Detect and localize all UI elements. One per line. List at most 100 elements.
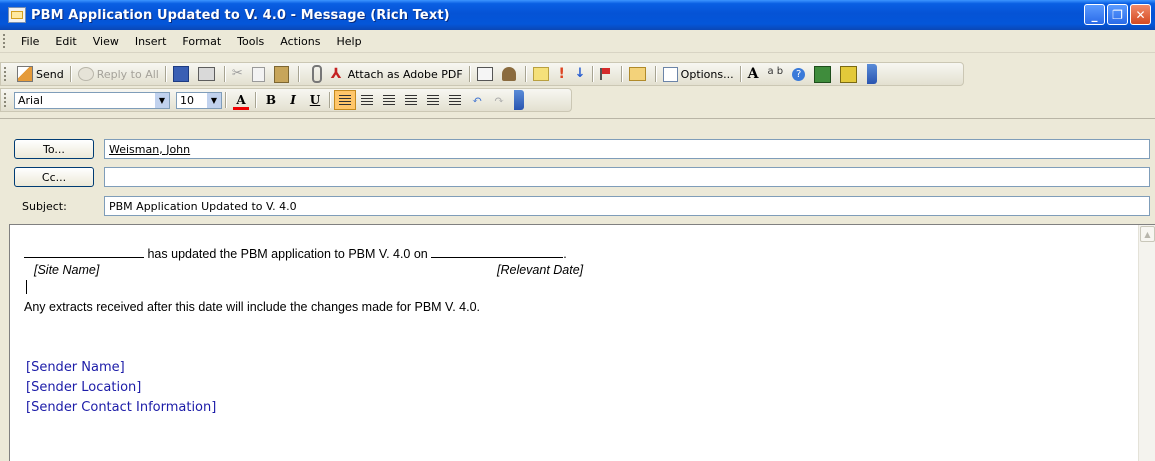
cc-field[interactable] bbox=[104, 167, 1150, 187]
paperclip-icon bbox=[311, 65, 322, 83]
decrease-indent-button[interactable] bbox=[422, 90, 444, 110]
options-label: Options... bbox=[680, 67, 734, 81]
font-name-select[interactable]: Arial ▼ bbox=[14, 91, 170, 109]
down-arrow-icon: ↓ bbox=[574, 66, 586, 81]
minimize-button[interactable]: _ bbox=[1084, 4, 1105, 25]
chevron-down-icon[interactable]: ▼ bbox=[207, 92, 221, 108]
body-line-1: has updated the PBM application to PBM V… bbox=[24, 244, 567, 261]
message-window: PBM Application Updated to V. 4.0 - Mess… bbox=[0, 0, 1155, 461]
menu-actions[interactable]: Actions bbox=[272, 35, 328, 48]
paste-button[interactable] bbox=[271, 64, 295, 84]
adobe-pdf-icon: ⅄ bbox=[330, 66, 342, 82]
options-button[interactable]: Options... bbox=[660, 64, 737, 84]
bold-button[interactable]: B bbox=[260, 90, 282, 110]
menu-bar: File Edit View Insert Format Tools Actio… bbox=[0, 30, 1155, 53]
check-names-icon bbox=[501, 67, 516, 81]
to-recipient[interactable]: Weisman, John bbox=[109, 143, 190, 156]
copy-icon bbox=[251, 66, 265, 82]
restore-button[interactable]: ❐ bbox=[1107, 4, 1128, 25]
close-button[interactable]: ✕ bbox=[1130, 4, 1151, 25]
standard-toolbar: Send Reply to All ✂ ⅄ Attach as Adobe PD… bbox=[0, 62, 964, 86]
to-field[interactable]: Weisman, John bbox=[104, 139, 1150, 159]
save-button[interactable] bbox=[170, 64, 195, 84]
font-name-value: Arial bbox=[18, 93, 43, 107]
menu-file[interactable]: File bbox=[13, 35, 47, 48]
scroll-up-icon[interactable]: ▲ bbox=[1140, 226, 1155, 242]
increase-indent-icon bbox=[449, 95, 461, 105]
follow-up-button[interactable] bbox=[530, 64, 555, 84]
bullets-icon bbox=[405, 95, 417, 105]
reply-to-all-button[interactable]: Reply to All bbox=[75, 64, 162, 84]
copy-button[interactable] bbox=[249, 64, 271, 84]
spelling-icon: a b bbox=[767, 66, 784, 77]
align-right-button[interactable] bbox=[378, 90, 400, 110]
undo-button[interactable]: ↶ bbox=[466, 90, 488, 110]
spelling-button[interactable]: a b bbox=[764, 64, 789, 84]
align-center-icon bbox=[361, 95, 373, 105]
print-button[interactable] bbox=[195, 64, 221, 84]
message-body[interactable]: has updated the PBM application to PBM V… bbox=[9, 224, 1155, 461]
cc-button[interactable]: Cc... bbox=[14, 167, 94, 187]
chevron-down-icon[interactable]: ▼ bbox=[155, 92, 169, 108]
separator bbox=[69, 66, 72, 82]
body-line-2: Any extracts received after this date wi… bbox=[24, 300, 481, 314]
grid-button-2[interactable] bbox=[837, 64, 863, 84]
menu-edit[interactable]: Edit bbox=[47, 35, 84, 48]
help-button[interactable]: ? bbox=[789, 64, 811, 84]
formatting-toolbar: Arial ▼ 10 ▼ A B I U ↶ ↷ bbox=[0, 88, 572, 112]
separator bbox=[468, 66, 471, 82]
attach-as-pdf-button[interactable]: ⅄ Attach as Adobe PDF bbox=[328, 64, 466, 84]
toolbar-grip[interactable] bbox=[4, 67, 10, 81]
menu-help[interactable]: Help bbox=[328, 35, 369, 48]
vertical-scrollbar[interactable]: ▲ bbox=[1138, 225, 1155, 461]
separator bbox=[297, 66, 300, 82]
bullets-button[interactable] bbox=[400, 90, 422, 110]
align-left-button[interactable] bbox=[334, 90, 356, 110]
menu-tools[interactable]: Tools bbox=[229, 35, 272, 48]
addin-yellow-icon bbox=[840, 65, 858, 83]
sender-name: [Sender Name] bbox=[26, 360, 125, 375]
separator bbox=[223, 66, 226, 82]
toolbar-overflow-button[interactable] bbox=[514, 90, 524, 110]
italic-button[interactable]: I bbox=[282, 90, 304, 110]
importance-low-button[interactable]: ↓ bbox=[572, 64, 589, 84]
font-a-icon: A bbox=[747, 66, 759, 82]
attach-file-button[interactable] bbox=[309, 64, 328, 84]
decrease-indent-icon bbox=[427, 95, 439, 105]
sender-contact: [Sender Contact Information] bbox=[26, 400, 217, 415]
separator bbox=[255, 92, 257, 108]
toolbar-overflow-button[interactable] bbox=[867, 64, 878, 84]
menu-format[interactable]: Format bbox=[174, 35, 229, 48]
font-size-select[interactable]: 10 ▼ bbox=[176, 91, 222, 109]
increase-indent-button[interactable] bbox=[444, 90, 466, 110]
attach-as-pdf-label: Attach as Adobe PDF bbox=[347, 67, 463, 81]
toolbar-grip[interactable] bbox=[4, 93, 10, 107]
reply-all-icon bbox=[77, 67, 94, 81]
subject-field[interactable]: PBM Application Updated to V. 4.0 bbox=[104, 196, 1150, 216]
importance-high-button[interactable]: ! bbox=[555, 64, 572, 84]
address-book-button[interactable] bbox=[474, 64, 499, 84]
cut-button[interactable]: ✂ bbox=[229, 64, 249, 84]
title-bar[interactable]: PBM Application Updated to V. 4.0 - Mess… bbox=[0, 0, 1155, 30]
menu-view[interactable]: View bbox=[85, 35, 127, 48]
site-name-blank bbox=[24, 244, 144, 258]
font-color-button[interactable]: A bbox=[230, 90, 252, 110]
font-button[interactable]: A bbox=[745, 64, 765, 84]
help-icon: ? bbox=[792, 67, 806, 81]
body-line-1-text: has updated the PBM application to PBM V… bbox=[147, 247, 428, 261]
permission-button[interactable] bbox=[626, 64, 652, 84]
separator bbox=[524, 66, 527, 82]
align-right-icon bbox=[383, 95, 395, 105]
grid-button-1[interactable] bbox=[811, 64, 837, 84]
addin-green-icon bbox=[814, 65, 832, 83]
options-icon bbox=[662, 66, 678, 82]
flag-button[interactable] bbox=[597, 64, 618, 84]
underline-button[interactable]: U bbox=[304, 90, 326, 110]
to-button[interactable]: To... bbox=[14, 139, 94, 159]
check-names-button[interactable] bbox=[499, 64, 522, 84]
redo-button[interactable]: ↷ bbox=[488, 90, 510, 110]
menu-insert[interactable]: Insert bbox=[127, 35, 175, 48]
date-placeholder: [Relevant Date] bbox=[497, 263, 584, 277]
align-center-button[interactable] bbox=[356, 90, 378, 110]
menu-grip[interactable] bbox=[3, 34, 9, 48]
